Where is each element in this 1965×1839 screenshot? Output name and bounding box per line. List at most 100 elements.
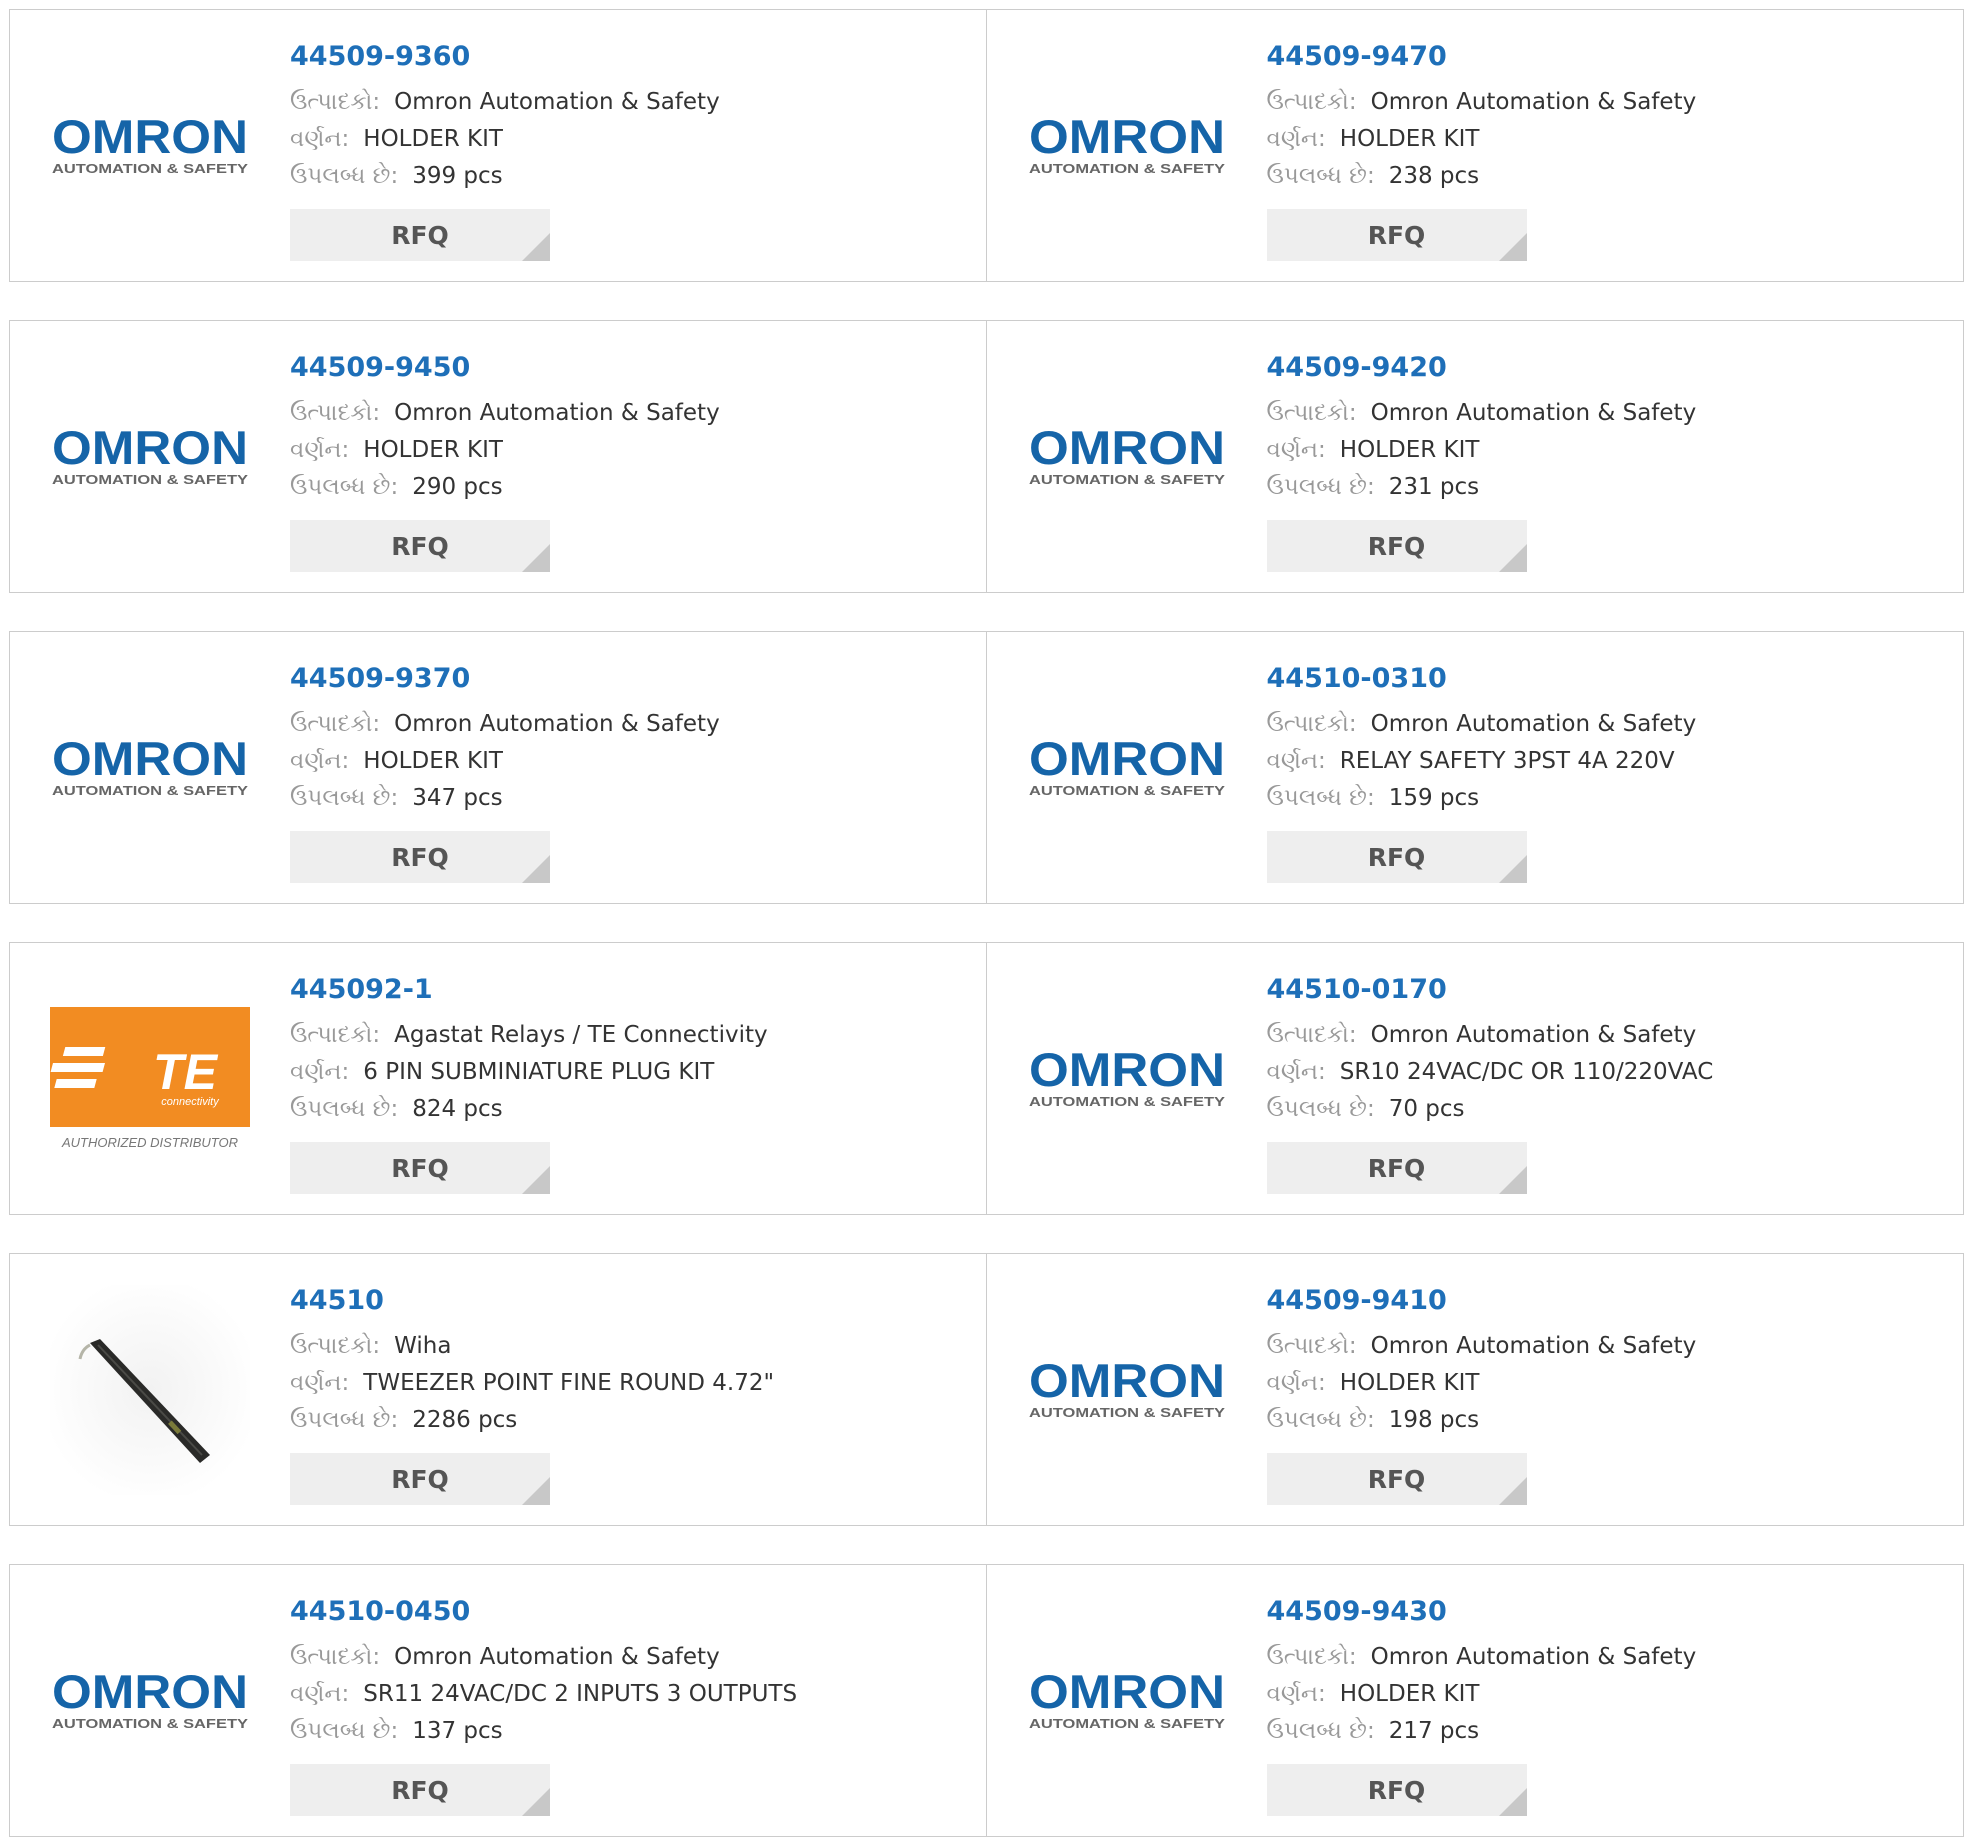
description-label: વર્ણન: [1266, 1681, 1326, 1707]
part-number-link[interactable]: 44509-9430 [1267, 1595, 1697, 1629]
rfq-button[interactable]: RFQ [1266, 520, 1527, 572]
part-number-link[interactable]: 44510-0310 [1267, 662, 1697, 696]
rfq-button[interactable]: RFQ [290, 831, 550, 883]
omron-logo-icon: OMRONAUTOMATION & SAFETY [1029, 422, 1225, 487]
manufacturer-logo[interactable]: OMRON AUTOMATION & SAFETY [1027, 943, 1227, 1214]
manufacturer-logo[interactable]: TE connectivity AUTHORIZED DISTRIBUTOR [50, 943, 250, 1214]
manufacturer-row: ઉત્પાદકો: Omron Automation & Safety [290, 395, 720, 432]
part-number-link[interactable]: 44509-9410 [1267, 1284, 1697, 1318]
product-info: 445092-1 ઉત્પાદકો: Agastat Relays / TE Con… [290, 973, 768, 1194]
product-card: OMRON AUTOMATION & SAFETY 44509-9420 ઉત્પાદ… [986, 320, 1964, 593]
product-info: 44509-9360 ઉત્પાદકો: Omron Automation & Sa… [290, 40, 720, 261]
description-value: SR10 24VAC/DC OR 110/220VAC [1339, 1059, 1714, 1085]
part-number-link[interactable]: 44509-9370 [290, 662, 720, 696]
rfq-button[interactable]: RFQ [1266, 209, 1527, 261]
omron-logo-icon: OMRONAUTOMATION & SAFETY [1029, 1044, 1225, 1109]
omron-logo-icon: OMRONAUTOMATION & SAFETY [52, 733, 248, 798]
manufacturer-row: ઉત્પાદકો: Omron Automation & Safety [1267, 84, 1697, 121]
rfq-button[interactable]: RFQ [290, 1764, 550, 1816]
availability-value: 137 pcs [412, 1718, 503, 1744]
part-number-link[interactable]: 44509-9420 [1267, 351, 1697, 385]
omron-logo-tagline: AUTOMATION & SAFETY [1029, 1094, 1225, 1109]
availability-row: ઉપલબ્ધ છે: 137 pcs [290, 1713, 797, 1750]
manufacturer-logo[interactable]: OMRON AUTOMATION & SAFETY [50, 1565, 250, 1836]
product-card: OMRON AUTOMATION & SAFETY 44510-0170 ઉત્પાદ… [986, 942, 1964, 1215]
rfq-button-label: RFQ [391, 531, 449, 561]
description-row: વર્ણન: 6 PIN SUBMINIATURE PLUG KIT [290, 1054, 768, 1091]
manufacturer-logo[interactable]: OMRON AUTOMATION & SAFETY [1027, 1565, 1227, 1836]
availability-label: ઉપલબ્ધ છે: [1266, 163, 1375, 189]
manufacturer-logo[interactable]: OMRON AUTOMATION & SAFETY [50, 321, 250, 592]
description-label: વર્ણન: [290, 1370, 350, 1396]
manufacturer-label: ઉત્પાદકો: [290, 400, 381, 426]
rfq-button[interactable]: RFQ [1266, 1142, 1527, 1194]
product-card: OMRON AUTOMATION & SAFETY 44509-9450 ઉત્પાદ… [9, 320, 987, 593]
te-logo-sub: connectivity [161, 1096, 220, 1108]
rfq-button-label: RFQ [1367, 842, 1426, 872]
omron-logo-tagline: AUTOMATION & SAFETY [1029, 1716, 1225, 1731]
availability-value: 290 pcs [412, 474, 503, 500]
rfq-button[interactable]: RFQ [290, 209, 550, 261]
product-card: OMRON AUTOMATION & SAFETY 44509-9370 ઉત્પાદ… [9, 631, 987, 904]
omron-logo-icon: OMRONAUTOMATION & SAFETY [1029, 733, 1225, 798]
availability-value: 238 pcs [1388, 163, 1480, 189]
description-row: વર્ણન: HOLDER KIT [1267, 121, 1697, 158]
manufacturer-logo[interactable]: OMRON AUTOMATION & SAFETY [50, 10, 250, 281]
manufacturer-logo[interactable]: OMRON AUTOMATION & SAFETY [1027, 10, 1227, 281]
manufacturer-value: Omron Automation & Safety [1370, 400, 1697, 426]
product-card: OMRON AUTOMATION & SAFETY 44509-9470 ઉત્પાદ… [986, 9, 1964, 282]
part-number-link[interactable]: 44509-9470 [1267, 40, 1697, 74]
description-label: વર્ણન: [1266, 1059, 1326, 1085]
part-number-link[interactable]: 44510 [290, 1284, 774, 1318]
product-row: OMRON AUTOMATION & SAFETY 44510-0450 ઉત્પાદ… [9, 1564, 1964, 1837]
part-number-link[interactable]: 44510-0170 [1267, 973, 1714, 1007]
product-info: 44510-0170 ઉત્પાદકો: Omron Automation & Sa… [1266, 973, 1714, 1194]
rfq-button[interactable]: RFQ [290, 1142, 550, 1194]
omron-logo-tagline: AUTOMATION & SAFETY [52, 161, 248, 176]
description-row: વર્ણન: TWEEZER POINT FINE ROUND 4.72" [290, 1365, 774, 1402]
availability-value: 231 pcs [1388, 474, 1480, 500]
availability-row: ઉપલબ્ધ છે: 2286 pcs [290, 1402, 774, 1439]
manufacturer-logo[interactable]: OMRON AUTOMATION & SAFETY [1027, 1254, 1227, 1525]
rfq-button-label: RFQ [391, 1775, 449, 1805]
description-label: વર્ણન: [290, 1059, 350, 1085]
rfq-button[interactable]: RFQ [1266, 1764, 1527, 1816]
manufacturer-value: Omron Automation & Safety [1370, 711, 1697, 737]
rfq-button[interactable]: RFQ [1266, 1453, 1527, 1505]
availability-row: ઉપલબ્ધ છે: 231 pcs [1267, 469, 1697, 506]
product-card: 44510 ઉત્પાદકો: Wiha વર્ણન: TWEEZER POINT FI… [9, 1253, 987, 1526]
rfq-button-label: RFQ [1367, 1464, 1426, 1494]
rfq-button[interactable]: RFQ [1266, 831, 1527, 883]
manufacturer-value: Omron Automation & Safety [394, 89, 720, 115]
description-value: HOLDER KIT [1339, 1370, 1480, 1396]
manufacturer-label: ઉત્પાદકો: [290, 89, 381, 115]
manufacturer-value: Omron Automation & Safety [394, 1644, 720, 1670]
omron-logo-word: OMRON [52, 1666, 248, 1718]
manufacturer-value: Omron Automation & Safety [1370, 1333, 1697, 1359]
part-number-link[interactable]: 44509-9450 [290, 351, 720, 385]
manufacturer-value: Omron Automation & Safety [394, 400, 720, 426]
manufacturer-row: ઉત્પાદકો: Omron Automation & Safety [1267, 1017, 1714, 1054]
part-number-link[interactable]: 44510-0450 [290, 1595, 797, 1629]
description-value: TWEEZER POINT FINE ROUND 4.72" [363, 1370, 775, 1396]
part-number-link[interactable]: 44509-9360 [290, 40, 720, 74]
availability-value: 70 pcs [1388, 1096, 1465, 1122]
description-label: વર્ણન: [1266, 1370, 1326, 1396]
rfq-button[interactable]: RFQ [290, 520, 550, 572]
manufacturer-logo[interactable]: OMRON AUTOMATION & SAFETY [1027, 321, 1227, 592]
product-info: 44509-9410 ઉત્પાદકો: Omron Automation & Sa… [1266, 1284, 1697, 1505]
manufacturer-row: ઉત્પાદકો: Omron Automation & Safety [290, 1639, 797, 1676]
manufacturer-label: ઉત્પાદકો: [1266, 711, 1357, 737]
part-number-link[interactable]: 445092-1 [290, 973, 768, 1007]
omron-logo-tagline: AUTOMATION & SAFETY [1029, 472, 1225, 487]
description-label: વર્ણન: [290, 1681, 350, 1707]
rfq-button[interactable]: RFQ [290, 1453, 550, 1505]
description-label: વર્ણન: [1266, 748, 1326, 774]
manufacturer-logo[interactable]: OMRON AUTOMATION & SAFETY [1027, 632, 1227, 903]
description-row: વર્ણન: HOLDER KIT [290, 432, 720, 469]
manufacturer-logo[interactable]: OMRON AUTOMATION & SAFETY [50, 632, 250, 903]
manufacturer-logo[interactable] [50, 1254, 250, 1525]
manufacturer-row: ઉત્પાદકો: Omron Automation & Safety [1267, 395, 1697, 432]
availability-value: 347 pcs [412, 785, 503, 811]
product-row: TE connectivity AUTHORIZED DISTRIBUTOR 4450… [9, 942, 1964, 1215]
